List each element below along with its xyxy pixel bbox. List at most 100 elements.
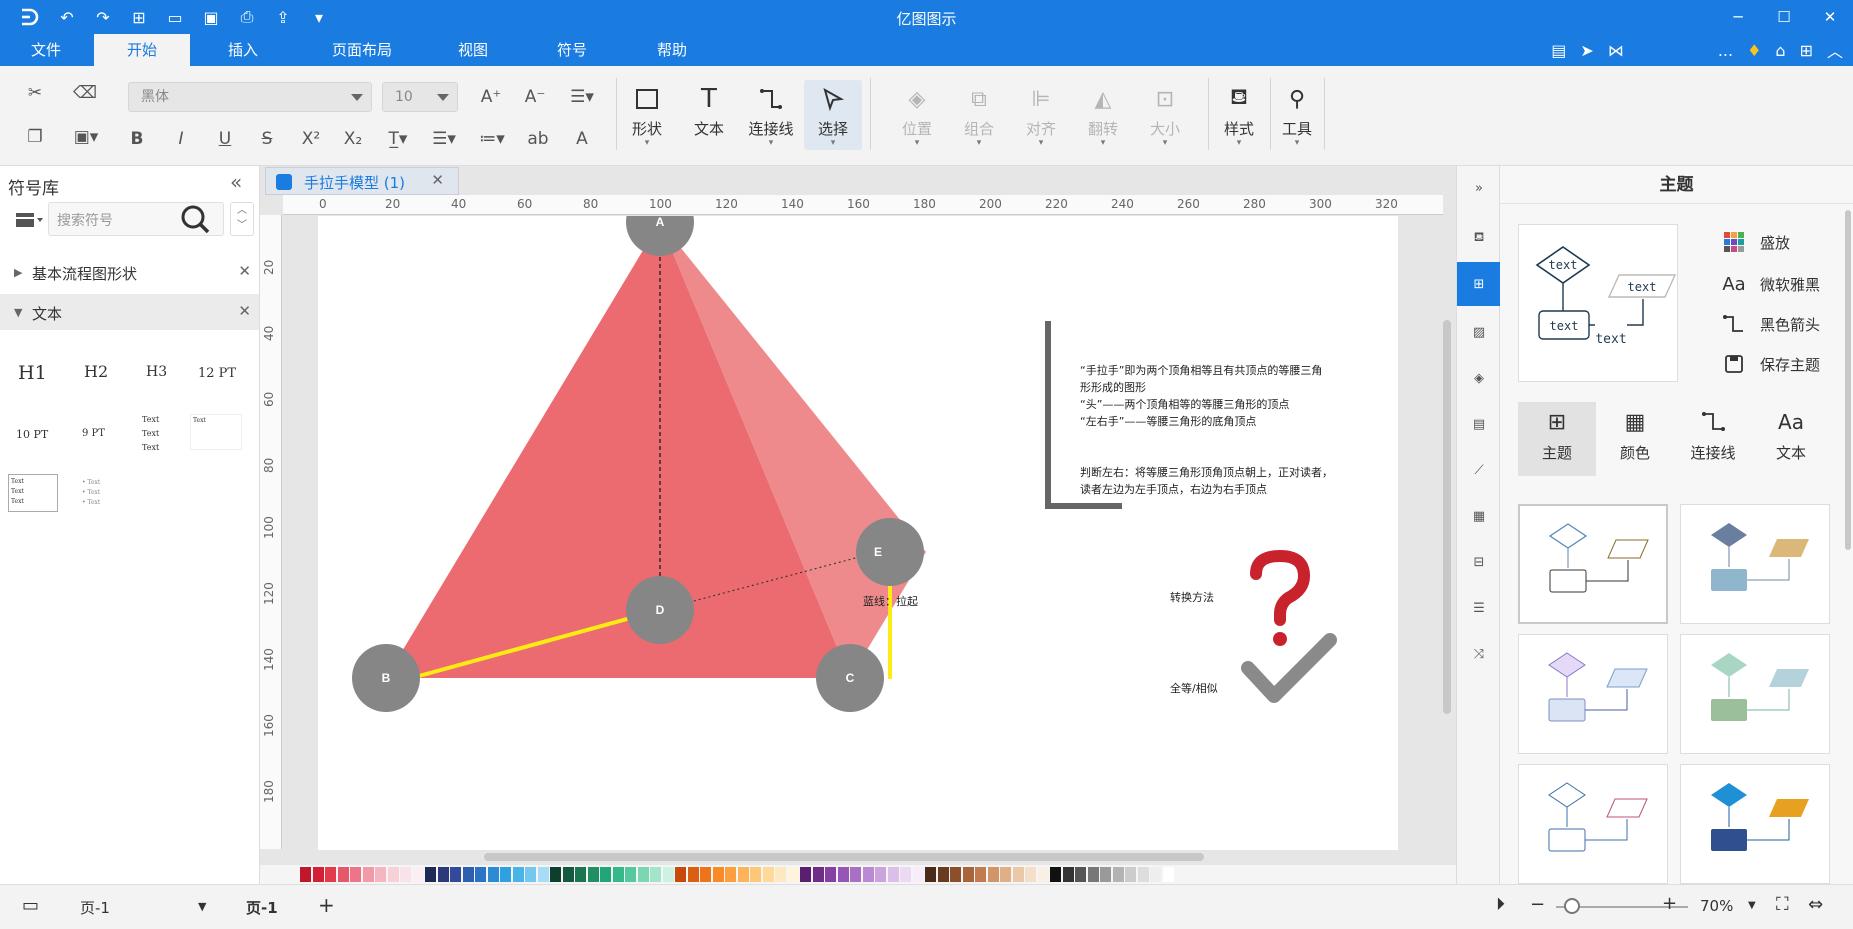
theme-tab-color[interactable]: ▦ 颜色 — [1596, 402, 1674, 476]
align-button[interactable]: ⊫ 对齐 ▾ — [1012, 80, 1070, 150]
color-swatch[interactable] — [462, 867, 474, 882]
color-swatch[interactable] — [675, 867, 686, 882]
timeline-icon[interactable]: ☰ — [1457, 586, 1501, 630]
size-button[interactable]: ⊡ 大小 ▾ — [1136, 80, 1194, 150]
add-page-button[interactable]: + — [318, 893, 335, 917]
check-mark-icon[interactable] — [1241, 633, 1337, 703]
send-icon[interactable]: ➤ — [1580, 41, 1593, 60]
page-select-caret-icon[interactable]: ▼ — [198, 900, 206, 913]
theme-option-save[interactable]: 保存主题 — [1720, 352, 1820, 376]
group-button[interactable]: ⧉ 组合 ▾ — [950, 80, 1008, 150]
color-swatch[interactable] — [562, 867, 574, 882]
italic-button[interactable]: I — [168, 126, 194, 152]
color-swatch[interactable] — [862, 867, 874, 882]
cut-icon[interactable]: ✂ — [20, 80, 50, 106]
text-style-box[interactable]: Text — [190, 414, 242, 450]
shape-button[interactable]: 形状 ▾ — [618, 80, 676, 150]
select-button[interactable]: 选择 ▾ — [804, 80, 862, 150]
font-family-select[interactable]: 黑体 — [128, 82, 372, 112]
color-swatch[interactable] — [625, 867, 636, 882]
color-swatch[interactable] — [950, 867, 961, 882]
category-text[interactable]: ▼ 文本 ✕ — [0, 294, 259, 330]
color-swatch[interactable] — [962, 867, 974, 882]
text-style-9pt[interactable]: 9 PT — [82, 428, 105, 439]
vertical-scrollbar[interactable] — [1443, 320, 1451, 714]
page-list-icon[interactable]: ▭ — [22, 895, 39, 916]
color-swatch[interactable] — [375, 867, 386, 882]
color-swatch[interactable] — [737, 867, 749, 882]
color-swatch[interactable] — [1025, 867, 1036, 882]
page-select[interactable]: 页-1 — [80, 897, 110, 918]
tab-file[interactable]: 文件 — [0, 34, 92, 66]
color-swatch[interactable] — [812, 867, 824, 882]
color-swatch[interactable] — [1162, 867, 1174, 882]
comment-icon[interactable]: ▤ — [1551, 41, 1566, 60]
flip-button[interactable]: ◭ 翻转 ▾ — [1074, 80, 1132, 150]
fill-icon[interactable]: ⛾ — [1457, 216, 1501, 260]
print-icon[interactable]: ⎙ — [230, 6, 264, 28]
color-swatch[interactable] — [837, 867, 849, 882]
color-swatch[interactable] — [687, 867, 699, 882]
color-swatch[interactable] — [600, 867, 611, 882]
color-swatch[interactable] — [587, 867, 599, 882]
theme-tab-theme[interactable]: ⊞ 主题 — [1518, 402, 1596, 476]
color-swatch[interactable] — [325, 867, 336, 882]
theme-option-bloom[interactable]: 盛放 — [1720, 230, 1790, 254]
grow-font-icon[interactable]: A⁺ — [474, 84, 508, 110]
color-swatch[interactable] — [425, 867, 436, 882]
theme-icon[interactable]: ⊞ — [1457, 262, 1501, 306]
color-swatch[interactable] — [550, 867, 561, 882]
color-swatch[interactable] — [900, 867, 911, 882]
theme-option-font[interactable]: Aa 微软雅黑 — [1720, 272, 1820, 296]
close-tab-icon[interactable]: ✕ — [431, 171, 444, 189]
shuffle-icon[interactable]: ⤨ — [1457, 632, 1501, 676]
scroll-stepper[interactable]: ︿ ﹀ — [230, 202, 254, 236]
more-menu[interactable]: ... — [1718, 41, 1733, 60]
color-swatch[interactable] — [987, 867, 999, 882]
color-swatch[interactable] — [1100, 867, 1111, 882]
color-swatch[interactable] — [487, 867, 499, 882]
new-icon[interactable]: ⊞ — [122, 6, 156, 28]
color-swatch[interactable] — [350, 867, 361, 882]
zoom-slider-handle[interactable] — [1564, 898, 1580, 914]
theme-panel-scrollbar[interactable] — [1845, 210, 1851, 550]
color-swatch[interactable] — [412, 867, 424, 882]
color-swatch[interactable] — [775, 867, 786, 882]
node-a[interactable]: A — [626, 188, 694, 256]
theme-card[interactable] — [1518, 504, 1668, 624]
search-icon[interactable] — [178, 202, 212, 236]
tab-page-layout[interactable]: 页面布局 — [300, 34, 424, 66]
close-button[interactable]: ✕ — [1807, 0, 1853, 34]
color-swatch[interactable] — [1050, 867, 1061, 882]
color-swatch[interactable] — [575, 867, 586, 882]
text-style-bullets[interactable]: • Text • Text • Text — [82, 478, 100, 508]
tab-home[interactable]: 开始 — [94, 34, 190, 66]
color-swatch[interactable] — [362, 867, 374, 882]
color-swatch[interactable] — [500, 867, 511, 882]
node-d[interactable]: D — [626, 576, 694, 644]
text-style-h2[interactable]: H2 — [84, 362, 108, 381]
question-mark-icon[interactable] — [1250, 549, 1311, 646]
superscript-button[interactable]: X² — [296, 126, 326, 152]
document-tab[interactable]: 手拉手模型 (1) ✕ — [265, 167, 459, 195]
redo-icon[interactable]: ↷ — [86, 6, 120, 28]
zoom-in-icon[interactable]: + — [1662, 893, 1677, 914]
color-swatch[interactable] — [912, 867, 924, 882]
color-swatch[interactable] — [875, 867, 886, 882]
tab-symbol[interactable]: 符号 — [528, 34, 616, 66]
color-swatch[interactable] — [400, 867, 411, 882]
shrink-font-icon[interactable]: A⁻ — [518, 84, 552, 110]
text-style-10pt[interactable]: 10 PT — [16, 428, 48, 441]
zoom-out-icon[interactable]: − — [1530, 894, 1545, 915]
collapse-left-icon[interactable]: « — [230, 170, 242, 194]
color-swatch[interactable] — [1000, 867, 1011, 882]
tab-insert[interactable]: 插入 — [196, 34, 290, 66]
theme-card[interactable] — [1518, 634, 1668, 754]
category-basic-flowchart[interactable]: ▶ 基本流程图形状 ✕ — [0, 254, 259, 290]
minimize-button[interactable]: ─ — [1715, 0, 1761, 34]
color-swatch[interactable] — [1137, 867, 1149, 882]
text-style-block[interactable]: Text Text Text — [142, 413, 159, 455]
underline-button[interactable]: U — [212, 126, 238, 152]
theme-option-arrow[interactable]: 黑色箭头 — [1720, 312, 1820, 336]
org-icon[interactable]: ⊟ — [1457, 540, 1501, 584]
